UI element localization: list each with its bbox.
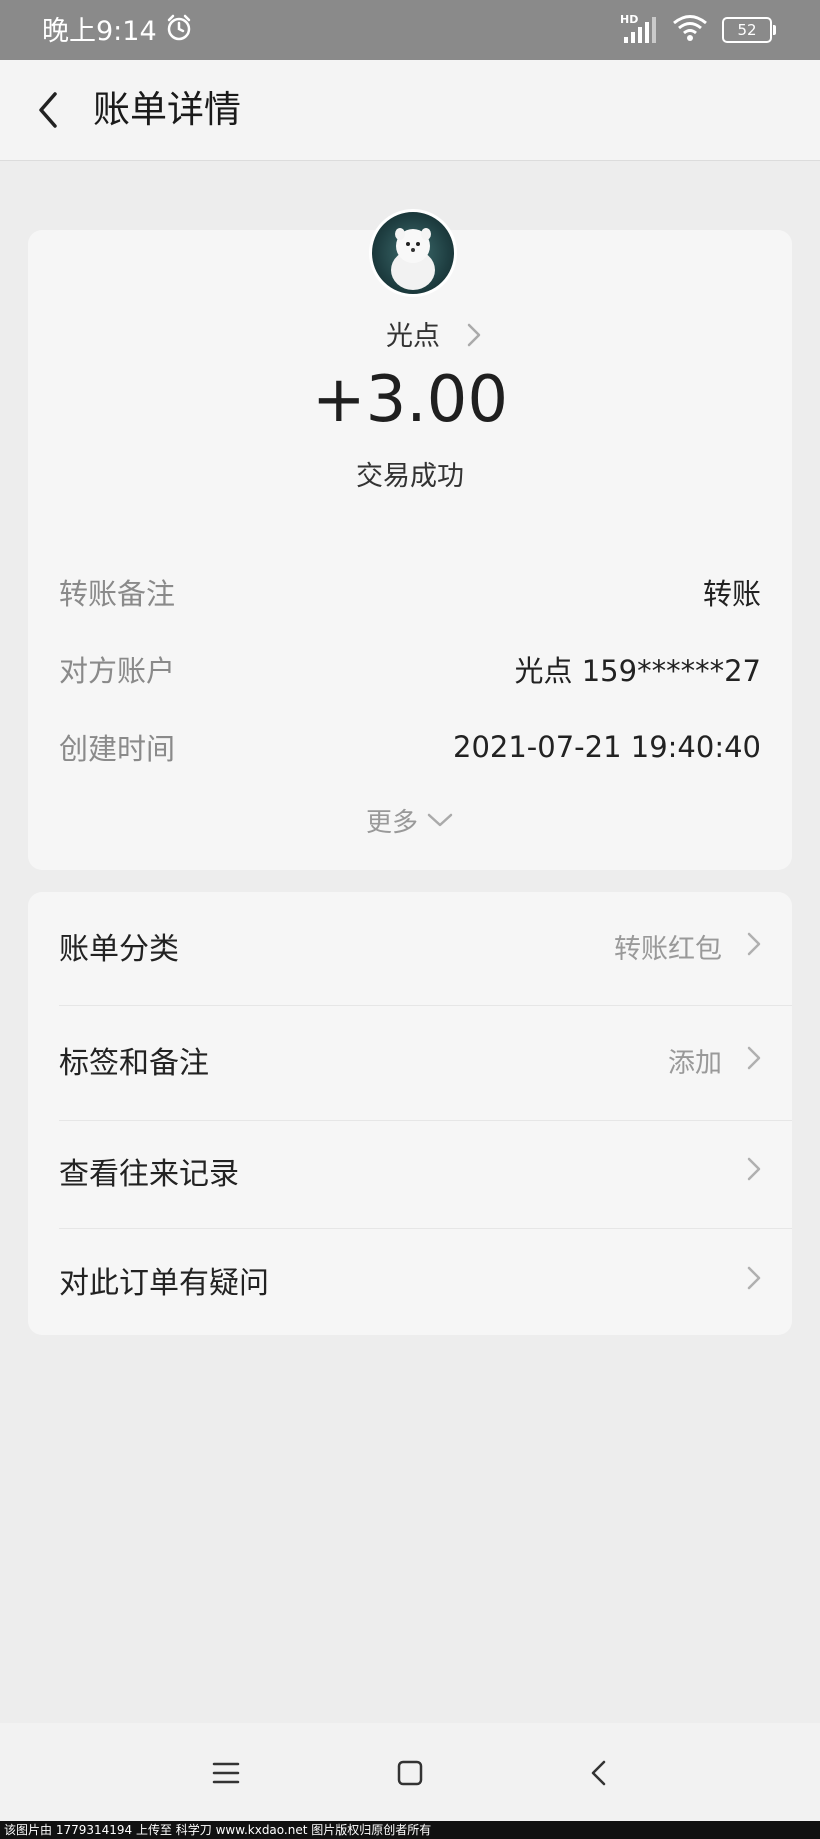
detail-label: 创建时间: [59, 732, 176, 766]
signal-icon: HD: [620, 13, 658, 45]
back-button[interactable]: [24, 86, 72, 134]
detail-label: 转账备注: [59, 577, 176, 611]
home-nav-button[interactable]: [390, 1753, 430, 1793]
detail-label: 对方账户: [59, 654, 176, 688]
status-time-group: 晚上9:14: [42, 14, 193, 50]
bill-summary-card: 光点 +3.00 交易成功 转账备注 转账 对方账户 光点 159******2…: [28, 209, 792, 870]
battery-level: 52: [737, 21, 757, 39]
detail-value: 转账: [702, 577, 761, 611]
chevron-right-icon: [746, 931, 762, 961]
payee-name: 光点: [386, 321, 440, 352]
nav-header: 账单详情: [0, 60, 820, 161]
alarm-icon: [165, 14, 193, 50]
menu-item-value: 添加: [668, 1047, 722, 1079]
chevron-right-icon: [746, 1045, 762, 1075]
chevron-right-icon: [466, 322, 482, 352]
menu-item-bill-category[interactable]: 账单分类 转账红包: [28, 892, 792, 1000]
menu-item-label: 账单分类: [59, 932, 179, 967]
page-title: 账单详情: [93, 88, 241, 131]
home-square-icon: [397, 1760, 423, 1786]
menu-nav-button[interactable]: [206, 1753, 246, 1793]
battery-icon: 52: [722, 17, 776, 43]
detail-row-remark: 转账备注 转账: [59, 572, 761, 612]
status-time: 晚上9:14: [42, 16, 157, 47]
system-nav-bar: [0, 1723, 820, 1821]
menu-item-label: 查看往来记录: [59, 1157, 239, 1192]
back-arrow-icon: [39, 92, 57, 128]
menu-item-order-question[interactable]: 对此订单有疑问: [28, 1226, 792, 1334]
menu-item-label: 对此订单有疑问: [59, 1266, 269, 1301]
bill-actions-card: 账单分类 转账红包 标签和备注 添加 查看往来记录 对此订单有疑问: [28, 892, 792, 1335]
watermark-caption: 该图片由 1779314194 上传至 科学刀 www.kxdao.net 图片…: [0, 1821, 820, 1839]
avatar[interactable]: [369, 209, 457, 297]
menu-item-value: 转账红包: [614, 933, 722, 965]
detail-row-created-time: 创建时间 2021-07-21 19:40:40: [59, 727, 761, 767]
menu-item-label: 标签和备注: [59, 1046, 209, 1081]
more-toggle-button[interactable]: 更多: [28, 802, 792, 839]
wifi-icon: [672, 14, 708, 46]
chevron-right-icon: [746, 1156, 762, 1186]
detail-row-account: 对方账户 光点 159******27: [59, 649, 761, 689]
detail-value: 2021-07-21 19:40:40: [453, 730, 761, 764]
transaction-status: 交易成功: [356, 461, 464, 492]
transaction-amount: +3.00: [311, 363, 509, 437]
chevron-right-icon: [746, 1265, 762, 1295]
back-nav-button[interactable]: [578, 1753, 618, 1793]
status-bar: 晚上9:14 HD 52: [0, 0, 820, 60]
payee-row[interactable]: 光点: [28, 320, 792, 354]
back-triangle-icon: [591, 1760, 606, 1786]
hamburger-icon: [212, 1762, 240, 1784]
menu-item-history[interactable]: 查看往来记录: [28, 1117, 792, 1225]
detail-value: 光点 159******27: [514, 654, 761, 688]
menu-item-tags-notes[interactable]: 标签和备注 添加: [28, 1006, 792, 1114]
chevron-down-icon: [426, 806, 454, 836]
more-label: 更多: [365, 808, 418, 838]
status-indicators: HD 52: [620, 13, 776, 46]
